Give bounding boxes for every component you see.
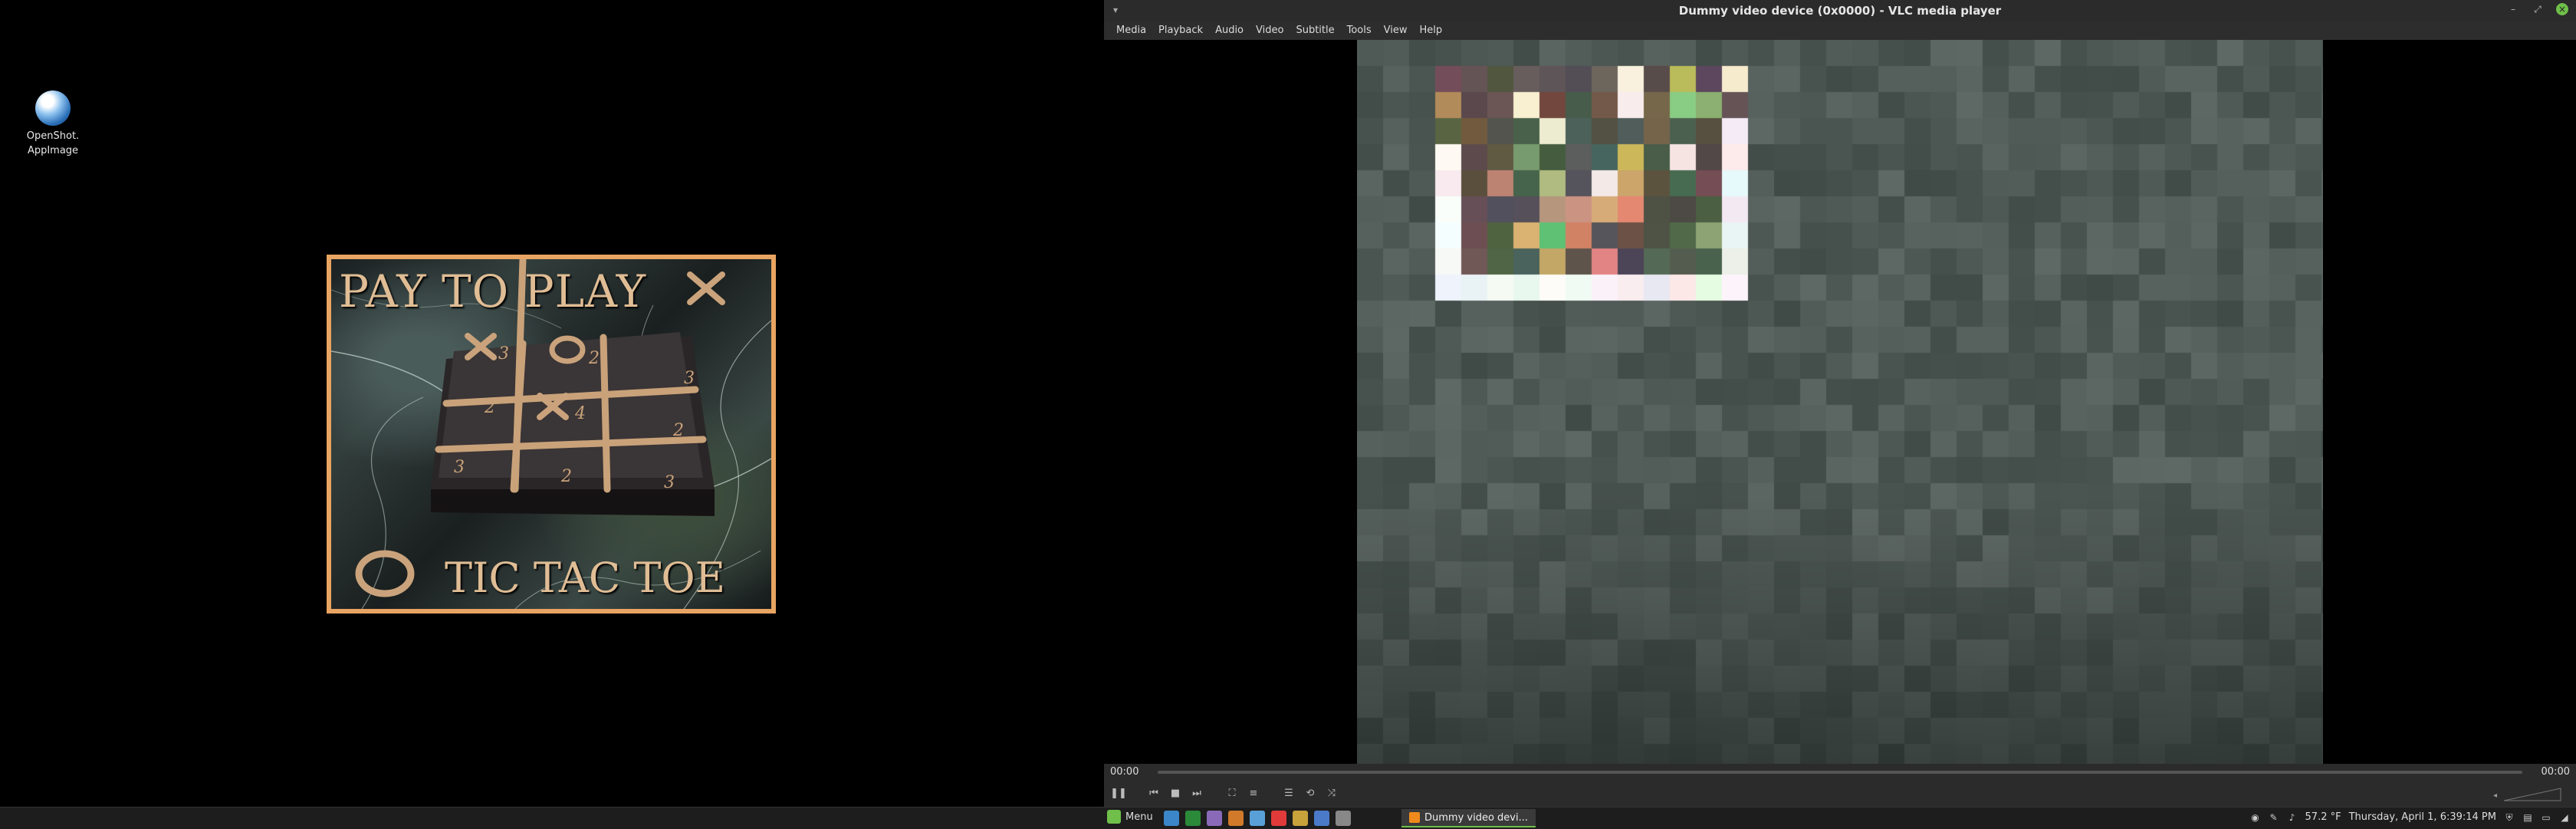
fullscreen-icon[interactable]: ⛶ (1224, 785, 1240, 802)
svg-text:2: 2 (484, 398, 495, 417)
svg-text:3: 3 (684, 369, 695, 388)
time-elapsed: 00:00 (1110, 766, 1139, 778)
playlist-icon[interactable]: ☰ (1280, 785, 1297, 802)
menu-playback[interactable]: Playback (1152, 21, 1209, 40)
menu-bar: Media Playback Audio Video Subtitle Tool… (1104, 21, 2576, 40)
launcher-icon[interactable] (1336, 811, 1351, 826)
shield-icon[interactable]: ⛨ (2504, 812, 2515, 823)
window-titlebar[interactable]: ▾ Dummy video device (0x0000) - VLC medi… (1104, 0, 2576, 22)
previous-icon[interactable]: ⏮ (1145, 785, 1162, 802)
stop-icon[interactable]: ■ (1167, 785, 1184, 802)
svg-text:2: 2 (672, 421, 684, 440)
launcher-icon[interactable] (1271, 811, 1286, 826)
desktop-icon-label-line1: OpenShot. (26, 130, 80, 142)
vlc-icon (1409, 812, 1420, 823)
taskbar-item-vlc[interactable]: Dummy video devi... (1401, 809, 1536, 827)
launcher-icon[interactable] (1164, 811, 1179, 826)
wifi-icon[interactable]: ◢ (2559, 812, 2570, 823)
menu-help[interactable]: Help (1414, 21, 1449, 40)
video-area[interactable] (1104, 40, 2576, 764)
menu-video[interactable]: Video (1250, 21, 1290, 40)
quick-launchers (1164, 811, 1351, 826)
svg-text:3: 3 (454, 458, 465, 477)
seek-bar-row: 00:00 00:00 (1104, 764, 2576, 781)
weather-readout[interactable]: 57.2 °F (2305, 811, 2341, 823)
network-icon[interactable]: ◉ (2250, 812, 2261, 823)
seek-slider[interactable] (1158, 771, 2522, 774)
menu-view[interactable]: View (1378, 21, 1414, 40)
time-total: 00:00 (2541, 766, 2570, 778)
shuffle-icon[interactable]: ⤨ (1323, 785, 1340, 802)
svg-text:◂: ◂ (2493, 791, 2497, 800)
playback-controls: ❚❚ ⏮ ■ ⏭ ⛶ ≡ ☰ ⟲ ⤨ ◂ (1104, 781, 2576, 807)
volume-slider[interactable]: ◂ (2493, 785, 2562, 802)
svg-text:2: 2 (560, 467, 572, 486)
pause-icon[interactable]: ❚❚ (1110, 785, 1127, 802)
launcher-icon[interactable] (1207, 811, 1222, 826)
loop-icon[interactable]: ⟲ (1302, 785, 1319, 802)
svg-text:2: 2 (588, 349, 600, 368)
game-image[interactable]: 3 2 3 2 4 2 3 2 3 PAY TO PLAY TIC TAC TOE (327, 255, 776, 614)
vlc-window[interactable]: ▾ Dummy video device (0x0000) - VLC medi… (1104, 0, 2576, 828)
svg-text:4: 4 (574, 404, 586, 423)
launcher-icon[interactable] (1293, 811, 1308, 826)
pen-icon[interactable]: ✎ (2269, 812, 2279, 823)
volume-icon[interactable]: ♪ (2287, 812, 2298, 823)
menu-tools[interactable]: Tools (1341, 21, 1378, 40)
launcher-icon[interactable] (1250, 811, 1265, 826)
taskbar-item-label: Dummy video devi... (1424, 811, 1528, 824)
mint-logo-icon (1107, 810, 1121, 824)
launcher-icon[interactable] (1185, 811, 1201, 826)
menu-audio[interactable]: Audio (1209, 21, 1250, 40)
maximize-icon[interactable]: ⤢ (2532, 3, 2544, 15)
menu-subtitle[interactable]: Subtitle (1290, 21, 1340, 40)
clock[interactable]: Thursday, April 1, 6:39:14 PM (2349, 811, 2496, 823)
window-title: Dummy video device (0x0000) - VLC media … (1678, 4, 2002, 18)
keyboard-icon[interactable]: ▤ (2522, 812, 2533, 823)
game-title-top: PAY TO PLAY (339, 265, 646, 317)
start-menu-label: Menu (1125, 811, 1153, 823)
svg-text:3: 3 (664, 473, 675, 492)
desktop-icon-label-line2: AppImage (27, 145, 79, 156)
next-icon[interactable]: ⏭ (1188, 785, 1205, 802)
svg-text:3: 3 (498, 344, 509, 364)
video-frame (1357, 40, 2323, 764)
menu-media[interactable]: Media (1110, 21, 1152, 40)
system-tray: ◉ ✎ ♪ 57.2 °F Thursday, April 1, 6:39:14… (2250, 811, 2570, 823)
launcher-icon[interactable] (1314, 811, 1329, 826)
desktop-icon-openshot[interactable]: OpenShot. AppImage (20, 90, 86, 158)
taskbar: Menu Dummy video devi... ◉ ✎ ♪ 57.2 °F T… (0, 807, 2576, 829)
close-icon[interactable]: × (2556, 3, 2568, 15)
desktop-icon-label: OpenShot. AppImage (20, 129, 86, 158)
extended-settings-icon[interactable]: ≡ (1245, 785, 1262, 802)
openshot-icon (35, 90, 71, 126)
minimize-icon[interactable]: – (2507, 3, 2519, 15)
start-menu-button[interactable]: Menu (1107, 810, 1153, 824)
launcher-icon[interactable] (1228, 811, 1244, 826)
pixelated-video-image (1357, 40, 2323, 764)
battery-icon[interactable]: ▭ (2541, 812, 2551, 823)
game-title-bottom: TIC TAC TOE (445, 554, 726, 602)
